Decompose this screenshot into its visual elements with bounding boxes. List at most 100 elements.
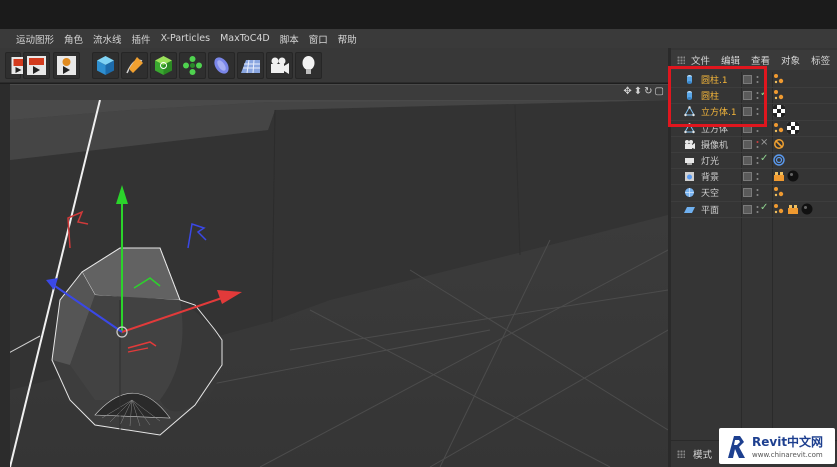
object-name[interactable]: 立方体 — [701, 122, 728, 135]
light-button[interactable] — [295, 52, 322, 79]
sphere-material-tag-icon[interactable] — [801, 203, 813, 215]
rotate-view-icon[interactable]: ↻ — [644, 86, 652, 97]
object-name[interactable]: 立方体.1 — [701, 105, 737, 118]
layer-visibility-icon[interactable] — [743, 172, 752, 182]
target-tag-icon[interactable] — [773, 154, 785, 166]
enabled-check-icon[interactable]: ✓ — [760, 202, 768, 213]
pan-down-icon[interactable]: ⬍ — [634, 86, 642, 97]
visibility-dots-icon[interactable] — [756, 187, 759, 198]
layer-visibility-icon[interactable] — [743, 75, 752, 84]
no-render-tag-icon[interactable] — [773, 138, 785, 150]
move-view-icon[interactable]: ✥ — [623, 86, 631, 97]
texture-tag-icon[interactable] — [773, 203, 785, 215]
visibility-dots-icon[interactable] — [756, 171, 759, 182]
layer-visibility-icon[interactable] — [743, 204, 752, 214]
layer-visibility-icon[interactable] — [743, 139, 752, 149]
cube-button[interactable] — [92, 52, 119, 79]
layer-visibility-icon[interactable] — [743, 155, 752, 165]
menu-mograph[interactable]: 运动图形 — [16, 32, 54, 46]
object-row-background[interactable]: 背景 — [671, 169, 837, 186]
sphere-material-tag-icon[interactable] — [787, 170, 799, 182]
camera-object-icon — [685, 139, 695, 149]
object-row-cylinder-1[interactable]: 圆柱.1 — [671, 72, 837, 89]
object-name[interactable]: 背景 — [701, 170, 719, 183]
menu-x-particles[interactable]: X-Particles — [161, 33, 211, 44]
object-row-light[interactable]: 灯光 ✓ — [671, 153, 837, 170]
layer-visibility-icon[interactable] — [743, 107, 752, 117]
object-tags — [773, 89, 785, 102]
enabled-cross-icon[interactable]: ⨯ — [760, 137, 768, 148]
array-button[interactable] — [179, 52, 206, 79]
menu-help[interactable]: 帮助 — [338, 32, 357, 46]
enabled-check-icon[interactable]: ✓ — [760, 88, 768, 99]
object-list: 圆柱.1 圆柱 ✓ 立方体.1 立方体 摄像机 ⨯ 灯光 ✓ 背景 天空 平面 … — [671, 72, 837, 218]
render-settings-button[interactable] — [5, 52, 26, 79]
subdivision-icon — [155, 56, 172, 75]
title-strip — [0, 0, 837, 29]
enabled-check-icon[interactable]: ✓ — [760, 153, 768, 164]
checker-tag-icon[interactable] — [787, 121, 799, 134]
visibility-dots-icon[interactable] — [756, 123, 759, 134]
object-tags — [773, 73, 785, 86]
left-edge-panel — [0, 84, 10, 467]
object-row-cube[interactable]: 立方体 — [671, 121, 837, 137]
visibility-dots-icon[interactable] — [756, 155, 759, 166]
visibility-dots-icon[interactable] — [756, 106, 759, 117]
om-menu-file[interactable]: 文件 — [691, 53, 710, 67]
object-name[interactable]: 圆柱.1 — [701, 73, 728, 86]
watermark-title: Revit中文网 — [752, 435, 824, 449]
visibility-dots-icon[interactable] — [756, 204, 759, 215]
texture-tag-icon[interactable] — [773, 89, 785, 101]
background-object-icon — [685, 172, 694, 182]
object-row-plane[interactable]: 平面 ✓ — [671, 202, 837, 218]
cube-poly-icon — [684, 122, 695, 133]
cylinder-icon — [687, 91, 692, 101]
object-name[interactable]: 灯光 — [701, 154, 719, 167]
render-picture-viewer-button[interactable] — [23, 52, 50, 79]
om-menu-objects[interactable]: 对象 — [781, 53, 800, 67]
subdivision-button[interactable] — [150, 52, 177, 79]
menu-character[interactable]: 角色 — [64, 32, 83, 46]
object-row-sky[interactable]: 天空 — [671, 185, 837, 202]
revit-logo-icon — [728, 436, 745, 458]
object-name[interactable]: 天空 — [701, 186, 719, 199]
object-row-cylinder[interactable]: 圆柱 ✓ — [671, 88, 837, 105]
object-name[interactable]: 平面 — [701, 203, 719, 216]
visibility-dots-icon[interactable] — [756, 90, 759, 101]
layer-visibility-icon[interactable] — [743, 123, 752, 133]
om-menu-view[interactable]: 查看 — [751, 53, 770, 67]
texture-tag-icon[interactable] — [773, 122, 785, 134]
pen-spline-button[interactable] — [121, 52, 148, 79]
panel-grip-icon[interactable] — [677, 56, 685, 64]
checker-tag-icon[interactable] — [773, 105, 785, 118]
layer-visibility-icon[interactable] — [743, 188, 752, 198]
mode-tab[interactable]: 模式 — [693, 447, 712, 461]
om-menu-tags[interactable]: 标签 — [811, 53, 830, 67]
menu-window[interactable]: 窗口 — [309, 32, 328, 46]
panel-grip-icon[interactable] — [677, 450, 685, 458]
object-name[interactable]: 摄像机 — [701, 138, 728, 151]
layer-visibility-icon[interactable] — [743, 91, 752, 101]
visibility-dots-icon[interactable] — [756, 139, 759, 150]
object-name[interactable]: 圆柱 — [701, 89, 719, 102]
object-row-camera[interactable]: 摄像机 ⨯ — [671, 137, 837, 153]
cylinder-icon — [687, 75, 692, 84]
visibility-dots-icon[interactable] — [756, 74, 759, 85]
maximize-view-icon[interactable]: ▢ — [655, 86, 664, 97]
menu-maxtoc4d[interactable]: MaxToC4D — [220, 33, 270, 44]
watermark-logo: Revit中文网 www.chinarevit.com — [719, 428, 835, 464]
3d-viewport[interactable] — [10, 100, 668, 467]
texture-tag-icon[interactable] — [773, 73, 785, 85]
menu-script[interactable]: 脚本 — [280, 32, 299, 46]
deformer-button[interactable] — [208, 52, 235, 79]
menu-pipeline[interactable]: 流水线 — [93, 32, 122, 46]
texture-tag-icon[interactable] — [787, 203, 799, 215]
texture-tag-icon[interactable] — [773, 186, 785, 198]
texture-tag-icon[interactable] — [773, 170, 785, 182]
om-menu-edit[interactable]: 编辑 — [721, 53, 740, 67]
floor-grid-button[interactable] — [237, 52, 264, 79]
object-row-cube-1[interactable]: 立方体.1 — [671, 104, 837, 121]
render-queue-button[interactable] — [53, 52, 80, 79]
menu-plugins[interactable]: 插件 — [132, 32, 151, 46]
camera-button[interactable] — [266, 52, 293, 79]
